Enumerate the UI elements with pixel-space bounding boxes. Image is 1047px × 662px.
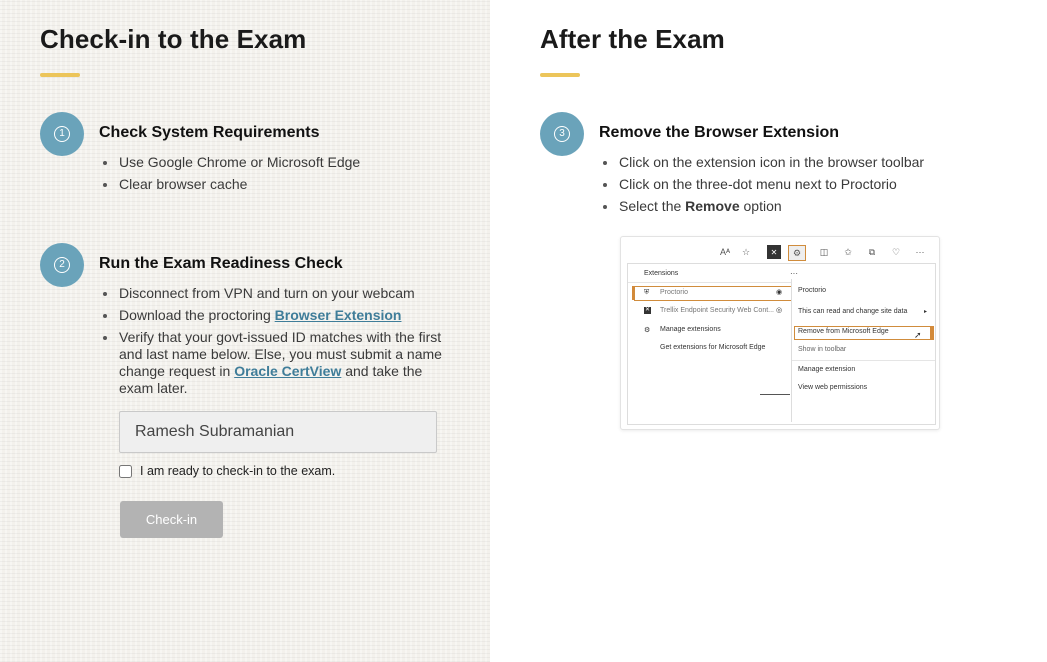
oracle-certview-link[interactable]: Oracle CertView — [234, 363, 341, 379]
ext-trellix: Trellix Endpoint Security Web Cont... — [660, 307, 774, 314]
favorites-icon: ✩ — [844, 246, 852, 257]
split-screen-icon: ◫ — [819, 246, 829, 257]
get-extensions: Get extensions for Microsoft Edge — [660, 344, 766, 351]
step-2-bullet-vpn: Disconnect from VPN and turn on your web… — [99, 285, 444, 302]
context-menu: Proctorio This can read and change site … — [791, 279, 935, 422]
select-text-end: option — [739, 198, 782, 214]
step-1-number: 1 — [54, 126, 70, 142]
step-1-bullet: Clear browser cache — [99, 176, 459, 193]
title-accent-bar — [40, 73, 80, 77]
step-2-title: Run the Exam Readiness Check — [99, 255, 343, 272]
checkin-button[interactable]: Check-in — [120, 501, 223, 538]
step-1-title: Check System Requirements — [99, 124, 320, 141]
step-2-badge: 2 — [40, 243, 84, 287]
cursor-icon: ➚ — [914, 330, 922, 340]
extensions-puzzle-icon: ⚙ — [788, 245, 806, 261]
menu-permissions: View web permissions — [798, 384, 868, 391]
trellix-icon: ✕ — [767, 245, 781, 259]
step-2-bullet-download: Download the proctoring Browser Extensio… — [99, 307, 444, 324]
proctorio-shield-icon: ⛨ — [644, 289, 650, 296]
step-3-badge: 3 — [540, 112, 584, 156]
after-title: After the Exam — [540, 24, 725, 54]
menu-site-data: This can read and change site data — [798, 308, 908, 315]
after-accent-bar — [540, 73, 580, 77]
favorite-star-icon: ☆ — [741, 246, 751, 257]
menu-divider — [792, 360, 935, 361]
menu-header: Proctorio — [798, 287, 827, 294]
menu-manage: Manage extension — [798, 366, 856, 373]
step-2-list: Disconnect from VPN and turn on your web… — [99, 285, 444, 402]
checkin-panel: Check-in to the Exam 1 Check System Requ… — [0, 0, 490, 662]
remove-extension-screenshot: Aᴬ ☆ ✕ ⚙ ◫ ✩ ⧉ ♡ ··· Extensions ··· ⛨ Pr… — [620, 236, 940, 430]
panel-more-icon: ··· — [790, 269, 798, 278]
step-1-list: Use Google Chrome or Microsoft Edge Clea… — [99, 154, 459, 198]
pointer-line — [760, 394, 790, 395]
submenu-arrow-icon: ▸ — [924, 309, 928, 315]
select-text: Select the — [619, 198, 686, 214]
remove-bold: Remove — [685, 198, 740, 214]
ready-checkbox-label: I am ready to check-in to the exam. — [140, 464, 336, 478]
ext-proctorio: Proctorio — [660, 289, 689, 296]
manage-icon: ⚙ — [644, 327, 651, 334]
candidate-name-field[interactable] — [119, 411, 437, 453]
more-icon: ··· — [915, 247, 925, 257]
step-3-bullet: Click on the extension icon in the brows… — [599, 154, 999, 171]
read-aloud-icon: Aᴬ — [719, 247, 731, 257]
ready-checkbox-row[interactable]: I am ready to check-in to the exam. — [119, 464, 335, 478]
browser-extension-link[interactable]: Browser Extension — [275, 307, 402, 323]
menu-show: Show in toolbar — [798, 346, 847, 353]
extensions-header: Extensions — [644, 270, 679, 277]
download-text: Download the proctoring — [119, 307, 275, 323]
step-3-list: Click on the extension icon in the brows… — [599, 154, 999, 220]
remove-highlight-marker — [930, 326, 934, 340]
step-3-title: Remove the Browser Extension — [599, 124, 840, 141]
checkin-title: Check-in to the Exam — [40, 24, 307, 54]
visible-eye-icon: ◎ — [776, 307, 783, 314]
trellix-ext-icon: ✕ — [644, 307, 651, 314]
ready-checkbox[interactable] — [119, 464, 132, 478]
step-3-bullet: Select the Remove option — [599, 198, 999, 215]
step-2-number: 2 — [54, 257, 70, 273]
manage-extensions: Manage extensions — [660, 326, 721, 333]
heart-icon: ♡ — [891, 246, 901, 257]
step-3-number: 3 — [554, 126, 570, 142]
step-1-bullet: Use Google Chrome or Microsoft Edge — [99, 154, 459, 171]
hide-eye-icon: ◉ — [776, 289, 783, 296]
after-exam-panel: After the Exam 3 Remove the Browser Exte… — [490, 0, 1047, 662]
step-2-bullet-verify: Verify that your govt-issued ID matches … — [99, 329, 444, 397]
step-1-badge: 1 — [40, 112, 84, 156]
collections-icon: ⧉ — [868, 246, 876, 257]
menu-remove: Remove from Microsoft Edge — [798, 328, 889, 335]
step-3-bullet: Click on the three-dot menu next to Proc… — [599, 176, 999, 193]
